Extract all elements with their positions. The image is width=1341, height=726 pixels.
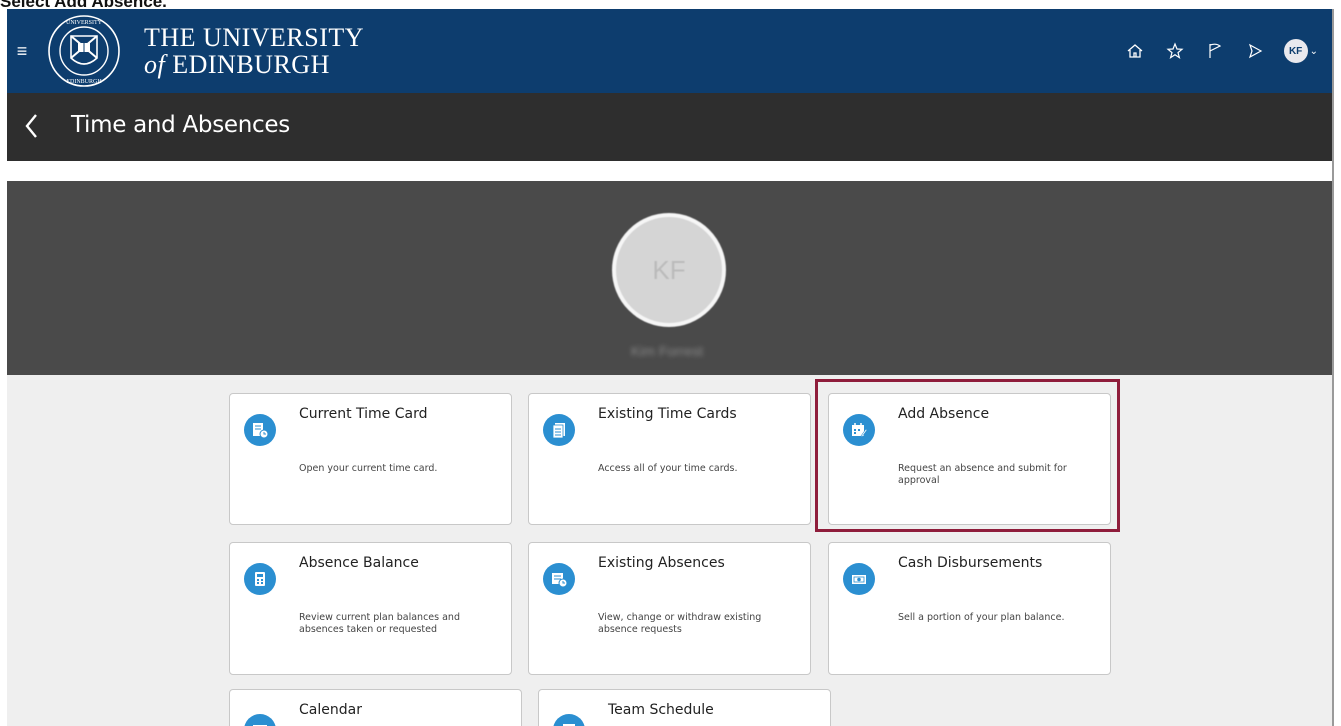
schedule-icon xyxy=(553,714,585,726)
absence-list-icon xyxy=(543,563,575,595)
university-crest-logo[interactable]: UNIVERSITY EDINBURGH xyxy=(47,14,121,88)
svg-text:EDINBURGH: EDINBURGH xyxy=(66,79,102,85)
card-description: Open your current time card. xyxy=(299,463,438,474)
app-window: ≡ UNIVERSITY EDINBURGH THE UNIVERSITY of… xyxy=(7,9,1334,726)
card-absence-balance[interactable]: Absence Balance Review current plan bala… xyxy=(229,542,512,675)
card-description: Review current plan balances and absence… xyxy=(299,612,460,635)
brand-of: of xyxy=(144,50,166,79)
card-current-time-card[interactable]: Current Time Card Open your current time… xyxy=(229,393,512,525)
card-title: Existing Time Cards xyxy=(598,406,737,422)
add-absence-highlight xyxy=(815,379,1120,532)
profile-name: Kim Forrest xyxy=(630,343,704,359)
card-description: Access all of your time cards. xyxy=(598,463,738,474)
svg-text:UNIVERSITY: UNIVERSITY xyxy=(66,20,103,26)
instruction-caption: Select Add Absence. xyxy=(0,0,167,11)
time-card-icon xyxy=(244,414,276,446)
profile-banner: KF Kim Forrest xyxy=(7,181,1332,375)
card-title: Existing Absences xyxy=(598,555,725,571)
profile-avatar: KF xyxy=(612,213,726,327)
header-actions: KF ⌄ xyxy=(1124,37,1318,65)
page-header: Time and Absences xyxy=(7,93,1332,161)
brand-line-1: THE UNIVERSITY xyxy=(144,23,365,52)
user-menu-button[interactable]: KF ⌄ xyxy=(1283,39,1318,63)
card-description: View, change or withdraw existing absenc… xyxy=(598,612,762,635)
star-icon[interactable] xyxy=(1164,40,1186,62)
card-team-schedule[interactable]: Team Schedule xyxy=(538,689,831,726)
card-calendar[interactable]: Calendar xyxy=(229,689,522,726)
card-title: Absence Balance xyxy=(299,555,419,571)
cash-icon xyxy=(843,563,875,595)
card-title: Cash Disbursements xyxy=(898,555,1043,571)
card-existing-absences[interactable]: Existing Absences View, change or withdr… xyxy=(528,542,811,675)
global-header: ≡ UNIVERSITY EDINBURGH THE UNIVERSITY of… xyxy=(7,9,1332,93)
spacer xyxy=(7,161,1332,181)
calendar-icon xyxy=(244,714,276,726)
card-title: Current Time Card xyxy=(299,406,428,422)
card-description: Sell a portion of your plan balance. xyxy=(898,612,1065,623)
card-cash-disbursements[interactable]: Cash Disbursements Sell a portion of you… xyxy=(828,542,1111,675)
flag-icon[interactable] xyxy=(1204,40,1226,62)
chevron-down-icon: ⌄ xyxy=(1309,45,1318,57)
documents-icon xyxy=(543,414,575,446)
hamburger-icon[interactable]: ≡ xyxy=(12,37,32,65)
card-existing-time-cards[interactable]: Existing Time Cards Access all of your t… xyxy=(528,393,811,525)
brand-line-2: of EDINBURGH xyxy=(144,50,330,80)
avatar: KF xyxy=(1283,39,1308,63)
chevron-left-icon[interactable] xyxy=(21,111,43,141)
page-title: Time and Absences xyxy=(71,112,290,138)
play-icon[interactable] xyxy=(1244,40,1266,62)
brand-edinburgh: EDINBURGH xyxy=(172,50,330,79)
calculator-icon xyxy=(244,563,276,595)
card-title: Calendar xyxy=(299,702,362,718)
card-title: Team Schedule xyxy=(608,702,714,718)
home-icon[interactable] xyxy=(1124,40,1146,62)
